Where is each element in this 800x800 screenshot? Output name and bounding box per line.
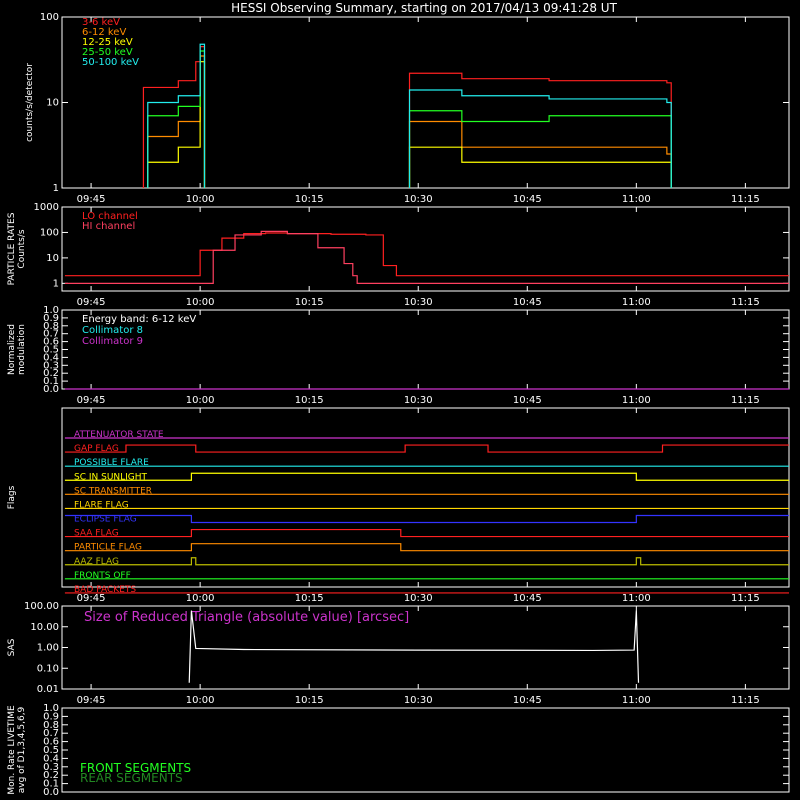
x-tick-label: 11:15 [731, 593, 760, 604]
x-tick-label: 10:45 [513, 194, 542, 205]
legend-entry: HI channel [82, 221, 135, 232]
x-tick-label: 10:00 [186, 194, 215, 205]
y-tick-label: 100 [40, 12, 59, 23]
x-tick-label: 10:15 [295, 395, 324, 406]
y-tick-label: 0.01 [37, 684, 59, 695]
y-axis-label-secondary: avg of D1,3,4,5,6,9 [17, 706, 27, 793]
y-axis-label: counts/s/detector [25, 63, 35, 142]
x-tick-label: 11:15 [731, 695, 760, 706]
y-axis-label: Flags [7, 485, 17, 509]
x-tick-label: 10:30 [404, 297, 433, 308]
x-tick-label: 10:45 [513, 593, 542, 604]
x-tick-label: 11:00 [622, 593, 651, 604]
flag-label: POSSIBLE FLARE [74, 458, 149, 468]
y-tick-label: 100.00 [24, 601, 59, 612]
flag-label: FRONTS OFF [74, 571, 131, 581]
x-tick-label: 10:15 [295, 593, 324, 604]
x-tick-label: 10:30 [404, 593, 433, 604]
flag-label: SC IN SUNLIGHT [74, 472, 148, 482]
energy-band-annotation: Energy band: 6-12 keV [82, 314, 196, 325]
series-line-1 [408, 120, 672, 188]
flag-label: FLARE FLAG [74, 500, 129, 510]
y-axis-label: Normalized [7, 324, 17, 375]
legend-entry: Collimator 8 [82, 325, 143, 336]
x-tick-label: 11:15 [731, 297, 760, 308]
flag-label: ATTENUATOR STATE [74, 430, 164, 440]
panel-particle: 09:45 10:00 10:15 10:30 10:45 11:00 11:15 1 10 10… [7, 202, 790, 308]
flag-label: PARTICLE FLAG [74, 543, 142, 553]
y-tick-label: 10 [46, 98, 59, 109]
y-tick-label: 1.0 [43, 305, 59, 316]
y-tick-label: 1.0 [43, 703, 59, 714]
x-tick-label: 11:15 [731, 194, 760, 205]
flag-label: ECLIPSE FLAG [74, 515, 137, 525]
flag-label: SAA FLAG [74, 529, 119, 539]
flag-label: GAP FLAG [74, 444, 119, 454]
panel-counts: 09:45 10:00 10:15 10:30 10:45 11:00 11:15 1 10 10… [25, 12, 790, 205]
y-tick-label: 10 [46, 253, 59, 264]
x-tick-label: 11:00 [622, 297, 651, 308]
x-tick-label: 10:45 [513, 395, 542, 406]
page-title: HESSI Observing Summary, starting on 201… [231, 1, 617, 15]
y-axis-label: Mon. Rate LIVETIME [7, 705, 17, 795]
y-tick-label: 1.00 [37, 643, 59, 654]
x-tick-label: 11:00 [622, 194, 651, 205]
y-tick-label: 1 [53, 183, 59, 194]
legend-entry: Collimator 9 [82, 336, 143, 347]
flag-label: SC TRANSMITTER [74, 486, 152, 496]
flag-label: BAD PACKETS [74, 585, 136, 595]
x-tick-label: 11:00 [622, 395, 651, 406]
observing-summary: HESSI Observing Summary, starting on 201… [0, 0, 800, 800]
panel-frame [61, 206, 790, 292]
y-tick-label: 100 [40, 227, 59, 238]
y-tick-label: 10.00 [30, 622, 59, 633]
y-axis-label-secondary: modulation [17, 324, 27, 375]
x-tick-label: 10:00 [186, 395, 215, 406]
x-tick-label: 09:45 [77, 194, 106, 205]
x-tick-label: 09:45 [77, 695, 106, 706]
flag-line-3 [64, 472, 789, 481]
flag-line-7 [64, 528, 789, 538]
x-tick-label: 10:45 [513, 695, 542, 706]
series-line-0 [142, 46, 206, 188]
sas-annotation: Size of Reduced Triangle (absolute value… [84, 610, 409, 625]
legend-entry: 50-100 keV [82, 57, 139, 68]
x-tick-label: 10:15 [295, 297, 324, 308]
series-line-3 [408, 110, 672, 188]
x-tick-label: 10:30 [404, 194, 433, 205]
x-tick-label: 09:45 [77, 297, 106, 308]
y-tick-label: 1000 [34, 202, 59, 213]
flag-line-9 [64, 557, 789, 566]
x-tick-label: 10:30 [404, 395, 433, 406]
flag-label: AAZ FLAG [74, 557, 119, 567]
x-tick-label: 09:45 [77, 395, 106, 406]
x-tick-label: 10:15 [295, 194, 324, 205]
y-tick-label: 1 [53, 278, 59, 289]
panel-modulation: 09:45 10:00 10:15 10:30 10:45 11:00 11:150.00.… [7, 305, 790, 406]
legend-entry: REAR SEGMENTS [80, 771, 183, 785]
x-tick-label: 10:00 [186, 695, 215, 706]
flag-line-8 [64, 543, 789, 552]
series-line-2 [408, 146, 672, 188]
flag-line-6 [64, 514, 789, 524]
y-axis-label: SAS [7, 638, 17, 656]
x-tick-label: 10:45 [513, 297, 542, 308]
series-line-4 [408, 89, 672, 188]
x-tick-label: 11:00 [622, 695, 651, 706]
series-line-0 [64, 232, 789, 277]
panel-flags: 09:45 10:00 10:15 10:30 10:45 11:00 11:15Flags… [7, 407, 790, 604]
x-tick-label: 10:00 [186, 593, 215, 604]
x-tick-label: 10:15 [295, 695, 324, 706]
y-tick-label: 0.10 [37, 663, 59, 674]
y-axis-label: PARTICLE RATES [7, 212, 17, 285]
x-tick-label: 11:15 [731, 395, 760, 406]
observing-summary-plots: HESSI Observing Summary, starting on 201… [7, 1, 790, 798]
y-axis-label-secondary: Counts/s [17, 229, 27, 268]
flag-line-1 [64, 444, 789, 453]
panel-livetime: 0.00.10.20.30.40.50.60.70.80.91.0Mon. Ra… [7, 703, 790, 798]
x-tick-label: 10:00 [186, 297, 215, 308]
panel-sas: 09:45 10:00 10:15 10:30 10:45 11:00 11:15 0.01 0… [7, 601, 790, 706]
panel-frame [61, 407, 790, 588]
x-tick-label: 10:30 [404, 695, 433, 706]
